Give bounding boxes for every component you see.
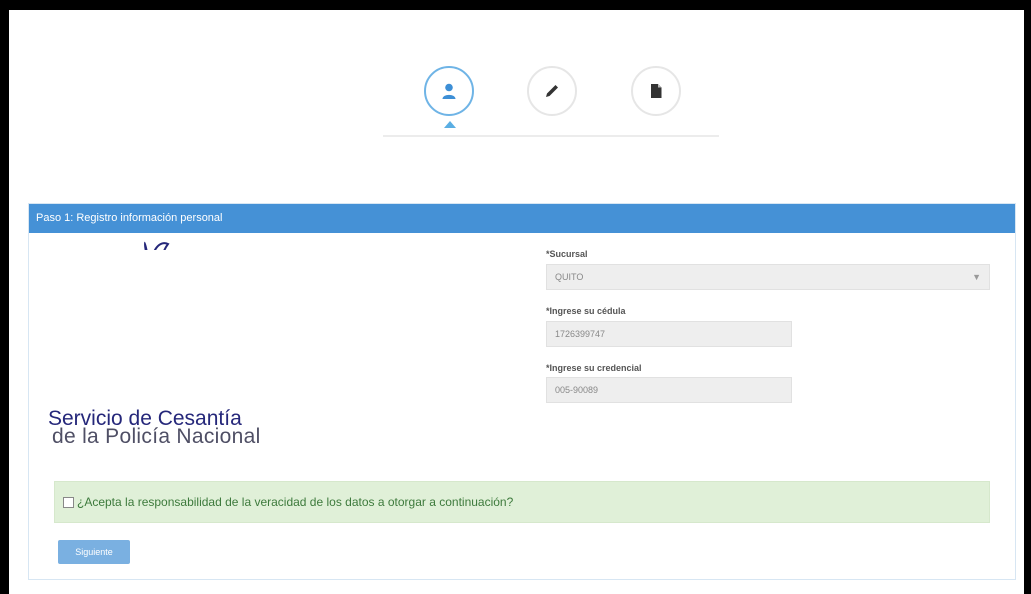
credencial-label: *Ingrese su credencial [546, 363, 642, 373]
pencil-icon [546, 85, 558, 97]
credencial-input[interactable]: 005-90089 [546, 377, 792, 403]
next-button[interactable]: Siguiente [58, 540, 130, 564]
cedula-label: *Ingrese su cédula [546, 306, 626, 316]
cesantia-logo [22, 50, 312, 388]
wizard-divider [383, 135, 719, 137]
user-icon [442, 83, 456, 99]
wizard-step-edit[interactable] [527, 66, 577, 116]
active-step-indicator [444, 121, 456, 128]
logo-emblem [84, 241, 262, 388]
registration-panel: Paso 1: Registro información personal [28, 203, 1016, 580]
consent-alert: ¿Acepta la responsabilidad de la veracid… [54, 481, 990, 523]
chevron-down-icon: ▼ [972, 272, 981, 282]
document-icon [651, 84, 662, 98]
consent-checkbox[interactable] [63, 496, 74, 508]
consent-text: ¿Acepta la responsabilidad de la veracid… [77, 495, 514, 509]
wizard-step-document[interactable] [631, 66, 681, 116]
sucursal-select[interactable]: QUITO ▼ [546, 264, 990, 290]
sucursal-value: QUITO [555, 272, 584, 282]
logo-text-line2: de la Policía Nacional [52, 425, 261, 448]
wizard-step-personal-info[interactable] [424, 66, 474, 116]
cedula-input[interactable]: 1726399747 [546, 321, 792, 347]
sucursal-label: *Sucursal [546, 249, 588, 259]
